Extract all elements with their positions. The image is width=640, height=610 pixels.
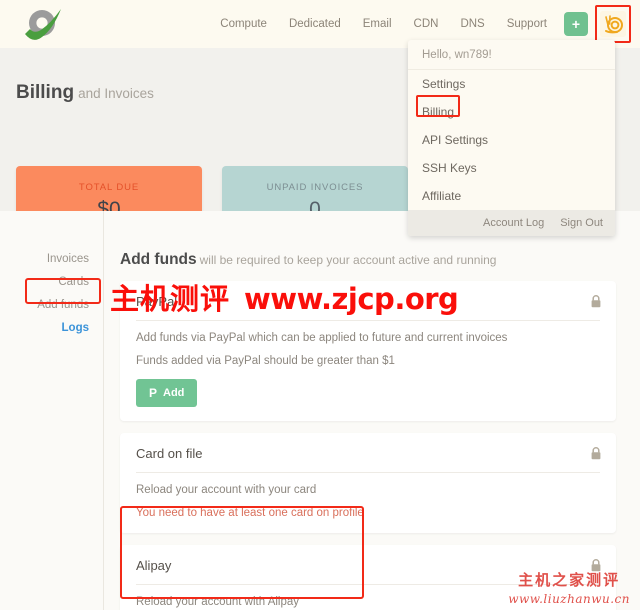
alipay-card-title: Alipay [136, 545, 600, 585]
menu-item-affiliate[interactable]: Affiliate [408, 182, 615, 210]
paypal-card: PayPal Add funds via PayPal which can be… [120, 281, 616, 421]
billing-page: Compute Dedicated Email CDN DNS Support … [0, 0, 640, 610]
paypal-card-title: PayPal [136, 281, 600, 321]
lock-icon [590, 559, 602, 572]
paypal-add-button[interactable]: P Add [136, 379, 198, 407]
account-avatar-wrapper[interactable] [595, 5, 631, 43]
menu-item-api-settings[interactable]: API Settings [408, 126, 615, 154]
logo-icon [25, 9, 61, 40]
lock-icon [590, 447, 602, 460]
add-new-button[interactable]: + [564, 12, 588, 36]
sign-out-link[interactable]: Sign Out [560, 217, 603, 229]
account-dropdown-menu: Hello, wn789! Settings Billing API Setti… [408, 40, 615, 236]
menu-item-billing-label: Billing [422, 105, 455, 119]
card-on-file-warning: You need to have at least one card on pr… [136, 507, 364, 519]
menu-item-settings[interactable]: Settings [408, 70, 615, 98]
alipay-description: Reload your account with Alipay [136, 596, 300, 608]
snail-avatar-icon [600, 11, 626, 37]
nav-email[interactable]: Email [352, 0, 403, 48]
page-title: Billing and Invoices [16, 82, 154, 104]
lock-glyph-icon [591, 447, 601, 460]
account-greeting: Hello, wn789! [408, 40, 615, 70]
card-on-file-description: Reload your account with your card [136, 484, 317, 496]
paypal-icon: P [149, 386, 158, 400]
section-title-sub: will be required to keep your account ac… [199, 253, 497, 267]
paypal-add-button-label: Add [163, 387, 185, 399]
sidebar-item-add-funds[interactable]: Add funds [0, 294, 103, 317]
main-content: Invoices Cards Add funds Logs Add funds w… [0, 211, 640, 610]
add-funds-panel: Add funds will be required to keep your a… [104, 211, 640, 610]
lock-glyph-icon [591, 559, 601, 572]
paypal-minimum-note: Funds added via PayPal should be greater… [136, 355, 395, 367]
paypal-description: Add funds via PayPal which can be applie… [136, 332, 508, 344]
menu-item-billing[interactable]: Billing [408, 95, 615, 126]
total-due-label: TOTAL DUE [78, 182, 140, 193]
account-dropdown-footer: Account Log Sign Out [408, 210, 615, 236]
avatar[interactable] [600, 11, 626, 37]
card-on-file-title: Card on file [136, 433, 600, 473]
menu-item-ssh-keys[interactable]: SSH Keys [408, 154, 615, 182]
nav-dedicated[interactable]: Dedicated [278, 0, 352, 48]
lock-icon [590, 295, 602, 308]
lock-glyph-icon [591, 295, 601, 308]
sidebar-item-logs[interactable]: Logs [0, 317, 103, 340]
unpaid-invoices-label: UNPAID INVOICES [266, 182, 364, 193]
alipay-card: Alipay Reload your account with Alipay $… [120, 545, 616, 610]
page-title-sub: and Invoices [78, 86, 154, 101]
account-log-link[interactable]: Account Log [483, 217, 544, 229]
billing-sidebar: Invoices Cards Add funds Logs [0, 211, 104, 610]
section-title-main: Add funds [120, 251, 197, 268]
page-title-main: Billing [16, 82, 75, 103]
sidebar-item-invoices[interactable]: Invoices [0, 248, 103, 271]
nav-compute[interactable]: Compute [209, 0, 278, 48]
card-on-file-card: Card on file Reload your account with yo… [120, 433, 616, 533]
sidebar-item-cards[interactable]: Cards [0, 271, 103, 294]
site-logo[interactable] [8, 0, 78, 48]
